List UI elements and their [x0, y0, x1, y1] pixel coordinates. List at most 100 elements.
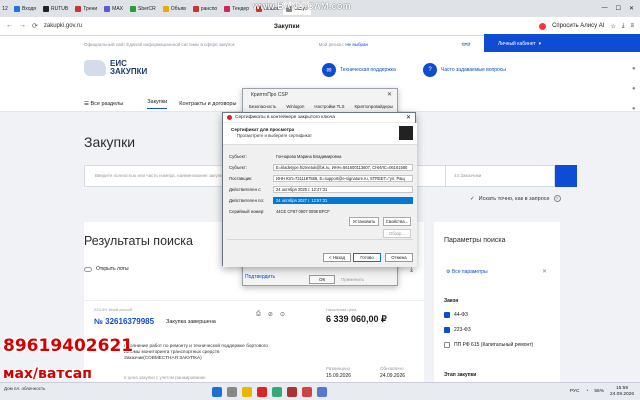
header-title: Сертификат для просмотра	[231, 127, 295, 132]
russia-map-icon	[84, 60, 106, 76]
search-button[interactable]	[555, 165, 577, 187]
menu-all-sections[interactable]: ☰ Все разделы	[84, 101, 135, 107]
cert-logo-icon	[399, 126, 413, 140]
dialog-title: Сертификаты в контейнере закрытого ключа	[235, 115, 335, 120]
side-icon-3[interactable]: ●	[632, 106, 640, 112]
checkbox-icon	[444, 312, 450, 318]
clock[interactable]: 15:59 24.09.2026	[610, 386, 634, 398]
tab-security[interactable]: Безопасность	[249, 104, 276, 109]
bookmark-icon[interactable]: ☆	[610, 23, 615, 30]
field-subject-name: Субъект: Гончарова Марина Владимировна	[229, 153, 413, 160]
tab-providers[interactable]: Криптопровайдеры	[355, 104, 393, 109]
region-selector[interactable]: Мой регион: Не выбран	[319, 42, 368, 47]
tab-favicon-icon	[14, 5, 20, 12]
print-icon[interactable]: ⎙	[256, 311, 261, 318]
field-subject: Субъект: E=kladetype.hizmetuk@bk.ru, ИНН…	[229, 164, 413, 171]
close-window-button[interactable]: ✕	[629, 5, 634, 12]
card-number-link[interactable]: № 32616379985	[94, 317, 154, 326]
review-button[interactable]: Обзор...	[383, 229, 411, 238]
close-icon[interactable]: ✕	[387, 91, 392, 98]
browser-tab[interactable]: Тендер	[221, 2, 252, 15]
eis-logo[interactable]: ЕИС ЗАКУПКИ	[84, 60, 147, 76]
accessibility-glasses-icon[interactable]: 👓	[461, 40, 471, 49]
browser-tab[interactable]: ранспо	[190, 2, 220, 15]
tab-favicon-icon	[192, 5, 199, 12]
taskbar-icons	[212, 386, 327, 397]
forward-icon[interactable]: →	[19, 22, 26, 30]
field-issuer: Поставщик: ИНН ЮЛ=7311187586, E=support@…	[229, 175, 413, 182]
law-44fz-checkbox[interactable]: 44-ФЗ	[444, 312, 468, 318]
explorer-icon[interactable]	[242, 386, 252, 397]
side-icon-2[interactable]: ●	[632, 86, 640, 92]
battery-indicator[interactable]: 56%	[594, 389, 604, 394]
stage-section-title: Этап закупки	[444, 372, 477, 378]
tab-counter[interactable]: 12	[0, 6, 10, 12]
menu-icon[interactable]: ≡	[630, 23, 634, 29]
side-icon-1[interactable]: ●	[632, 66, 640, 72]
all-params-link[interactable]: ⚙ Все параметры	[446, 269, 488, 275]
browser-tab[interactable]: Объяв	[160, 2, 189, 15]
browser-tab[interactable]: Трени	[72, 2, 100, 15]
reload-icon[interactable]: ⟳	[32, 22, 38, 30]
dialog-header: Сертификат для просмотра Просмотрите и в…	[223, 123, 417, 145]
tab-favicon-icon	[162, 5, 169, 12]
tab-winlogon[interactable]: Winlogon	[286, 104, 304, 109]
ask-alice-button[interactable]: Спросить Алису AI	[552, 23, 604, 29]
download-results-icon[interactable]: ⤓	[410, 266, 413, 274]
weather-widget[interactable]: Дом пл. облачность	[4, 386, 45, 391]
browser-icon[interactable]	[257, 386, 267, 397]
apply-button[interactable]: Применить	[341, 277, 364, 282]
app-icon[interactable]	[272, 386, 282, 397]
confirm-link[interactable]: Подтвердить	[245, 274, 275, 280]
cryptopro-title: КриптоПро CSP	[251, 92, 289, 98]
date2-label: Обновлено	[380, 366, 404, 371]
law-615-checkbox[interactable]: ПП РФ 615 (Капитальный ремонт)	[444, 342, 533, 348]
header-subtitle: Просмотрите и выберите сертификат	[237, 133, 312, 138]
search-icon[interactable]	[227, 386, 237, 397]
start-icon[interactable]	[212, 386, 222, 397]
overlay-messengers: мах/ватсап	[3, 366, 92, 382]
done-button[interactable]: Готово	[353, 253, 381, 262]
back-button[interactable]: < Назад	[323, 253, 351, 262]
menu-contracts[interactable]: Контракты и договоры	[179, 101, 236, 107]
browser-tab[interactable]: MAX	[101, 2, 126, 15]
pin-icon[interactable]: ⊘	[268, 311, 273, 318]
install-button[interactable]: Установить	[349, 217, 379, 226]
lang-indicator[interactable]: РУС	[570, 389, 580, 394]
app2-icon[interactable]	[317, 386, 327, 397]
tab-favicon-icon	[75, 5, 82, 12]
browser-tab[interactable]: RUTUB	[40, 2, 71, 15]
wifi-icon[interactable]: ◔	[585, 389, 588, 394]
tab-favicon-icon	[104, 5, 111, 12]
minimize-button[interactable]: —	[602, 5, 608, 12]
personal-cabinet-button[interactable]: Личный кабинет ▾	[484, 34, 640, 54]
recorder-icon[interactable]	[302, 386, 312, 397]
ok-button[interactable]: ОК	[309, 275, 335, 284]
browser-tab[interactable]: SberCR	[127, 2, 159, 15]
tech-support-link[interactable]: ✉ Техническая поддержка	[322, 63, 396, 77]
help-icon[interactable]: ?	[553, 195, 561, 202]
cancel-button[interactable]: Отмена	[385, 253, 413, 262]
results-heading: Результаты поиска	[84, 234, 193, 248]
close-params-icon[interactable]: ✕	[542, 268, 547, 275]
menu-zakupki[interactable]: Закупки	[147, 99, 168, 109]
maximize-button[interactable]: ☐	[616, 5, 621, 12]
download-icon[interactable]: ⤓	[622, 23, 625, 30]
cryptopro-taskbar-icon[interactable]	[287, 386, 297, 397]
url-field[interactable]: zakupki.gov.ru	[44, 23, 194, 29]
faq-link[interactable]: ? Часто задаваемые вопросы	[423, 63, 506, 77]
exact-search-option[interactable]: ✓ Искать точно, как в запросе ?	[470, 195, 561, 202]
field-valid-from: Действителен с: 24 октября 2025 г. 12:47…	[229, 186, 413, 193]
properties-button[interactable]: Свойства...	[383, 217, 411, 226]
system-tray: РУС ◔ 56% 15:59 24.09.2026	[570, 386, 640, 398]
customer-search-input[interactable]: 44 Заказчики	[445, 165, 555, 187]
window-controls: — ☐ ✕	[602, 5, 640, 12]
browser-tab[interactable]: Входя	[11, 2, 39, 15]
tab-tls[interactable]: Настройки TLS	[314, 104, 344, 109]
law-223fz-checkbox[interactable]: 223-ФЗ	[444, 327, 471, 333]
back-icon[interactable]: ←	[6, 22, 13, 30]
copy-icon[interactable]: ⊙	[280, 311, 285, 318]
toggle-switch[interactable]	[84, 266, 92, 272]
open-lots-toggle[interactable]: Открыть лоты	[84, 266, 129, 272]
close-icon[interactable]: ✕	[406, 114, 411, 121]
